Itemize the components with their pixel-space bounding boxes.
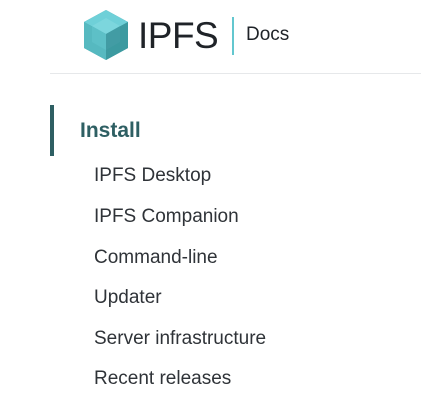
sidebar-item-ipfs-desktop[interactable]: IPFS Desktop — [94, 165, 211, 188]
site-header: IPFS Docs — [0, 0, 421, 74]
sidebar-section-install[interactable]: Install — [50, 105, 421, 156]
sidebar-item-ipfs-companion[interactable]: IPFS Companion — [94, 206, 239, 229]
sidebar-item-updater[interactable]: Updater — [94, 287, 162, 310]
sidebar-item-command-line[interactable]: Command-line — [94, 247, 218, 270]
docs-label[interactable]: Docs — [246, 24, 289, 47]
sidebar-item-server-infrastructure[interactable]: Server infrastructure — [94, 328, 266, 351]
sidebar-item-recent-releases[interactable]: Recent releases — [94, 368, 231, 391]
ipfs-logo-link[interactable]: IPFS — [83, 9, 219, 61]
active-indicator — [50, 105, 54, 156]
logo-wordmark: IPFS — [138, 14, 219, 56]
header-separator — [50, 73, 421, 74]
section-title: Install — [80, 118, 141, 142]
sidebar-nav: Install IPFS Desktop IPFS Companion Comm… — [50, 105, 421, 389]
header-divider — [232, 17, 234, 55]
cube-icon — [84, 10, 128, 60]
